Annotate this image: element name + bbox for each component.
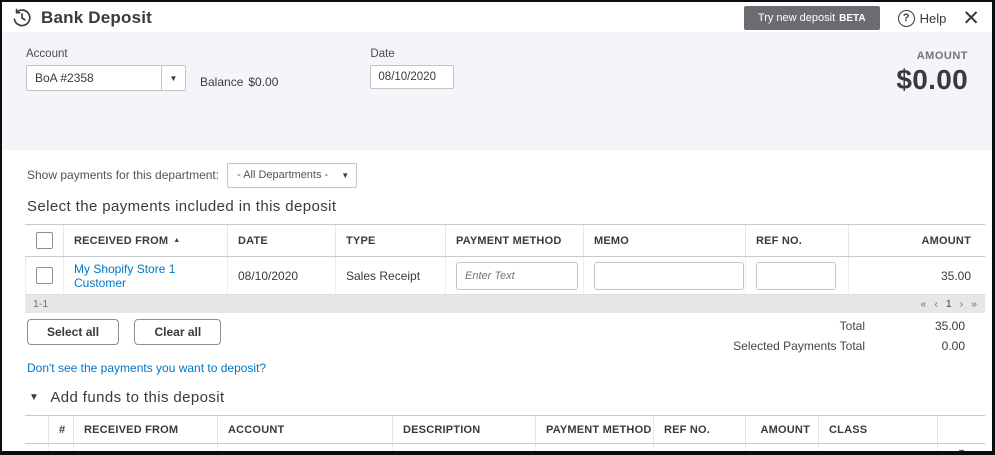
payments-section-heading: Select the payments included in this dep… bbox=[27, 198, 992, 215]
balance-label: Balance bbox=[200, 75, 243, 89]
row-number: 1 bbox=[48, 444, 73, 455]
department-filter-label: Show payments for this department: bbox=[27, 168, 219, 182]
col-date[interactable]: DATE bbox=[227, 225, 335, 256]
amount-display: AMOUNT $0.00 bbox=[896, 48, 968, 150]
drag-handle-icon[interactable] bbox=[32, 450, 41, 455]
recent-transactions-icon[interactable] bbox=[12, 8, 32, 28]
try-new-deposit-label: Try new deposit bbox=[758, 12, 835, 24]
date-input[interactable] bbox=[370, 65, 454, 89]
beta-badge: BETA bbox=[839, 13, 865, 24]
col-ref-no[interactable]: REF NO. bbox=[745, 225, 848, 256]
help-label: Help bbox=[920, 11, 947, 26]
pagination-next-icon[interactable]: › bbox=[960, 298, 964, 310]
account-select[interactable]: BoA #2358 ▼ bbox=[26, 65, 186, 91]
add-funds-row[interactable]: 1 bbox=[25, 444, 985, 455]
pagination-prev-icon[interactable]: ‹ bbox=[934, 298, 938, 310]
class-cell[interactable] bbox=[818, 444, 937, 455]
payment-method-combo[interactable]: ▼ bbox=[456, 262, 578, 290]
add-funds-heading: Add funds to this deposit bbox=[50, 389, 224, 406]
row-checkbox[interactable] bbox=[36, 267, 53, 284]
col-received-from: RECEIVED FROM bbox=[73, 416, 217, 443]
chevron-down-icon[interactable]: ▼ bbox=[161, 66, 185, 90]
payment-row: My Shopify Store 1 Customer 08/10/2020 S… bbox=[25, 257, 985, 295]
col-memo[interactable]: MEMO bbox=[583, 225, 745, 256]
payment-amount: 35.00 bbox=[848, 257, 985, 294]
total-label: Total bbox=[840, 319, 865, 333]
amount-cell[interactable] bbox=[745, 444, 818, 455]
col-class: CLASS bbox=[818, 416, 937, 443]
bank-deposit-window: Bank Deposit Try new deposit BETA ? Help… bbox=[0, 0, 995, 455]
help-icon: ? bbox=[898, 10, 915, 27]
col-received-from[interactable]: RECEIVED FROM ▲ bbox=[63, 225, 227, 256]
department-select[interactable]: - All Departments - ▼ bbox=[227, 163, 357, 188]
actions-totals-band: Select all Clear all Total 35.00 Selecte… bbox=[27, 319, 985, 359]
top-bar: Bank Deposit Try new deposit BETA ? Help… bbox=[2, 2, 992, 32]
payment-date: 08/10/2020 bbox=[227, 257, 335, 294]
clear-all-button[interactable]: Clear all bbox=[134, 319, 221, 345]
account-label: Account bbox=[26, 48, 186, 60]
received-from-link[interactable]: My Shopify Store 1 Customer bbox=[74, 262, 227, 290]
date-label: Date bbox=[370, 48, 454, 60]
balance-display: Balance $0.00 bbox=[200, 75, 278, 89]
close-icon[interactable]: ✕ bbox=[962, 8, 980, 29]
department-filter-row: Show payments for this department: - All… bbox=[27, 162, 992, 188]
sort-asc-icon: ▲ bbox=[173, 237, 180, 244]
try-new-deposit-button[interactable]: Try new deposit BETA bbox=[744, 6, 880, 30]
balance-value: $0.00 bbox=[248, 75, 278, 89]
add-funds-table: # RECEIVED FROM ACCOUNT DESCRIPTION PAYM… bbox=[25, 415, 985, 455]
department-select-value: - All Departments - bbox=[228, 164, 334, 187]
payments-table-header: RECEIVED FROM ▲ DATE TYPE PAYMENT METHOD… bbox=[25, 224, 985, 257]
total-value: 35.00 bbox=[865, 319, 985, 333]
add-funds-table-header: # RECEIVED FROM ACCOUNT DESCRIPTION PAYM… bbox=[25, 415, 985, 444]
col-description: DESCRIPTION bbox=[392, 416, 535, 443]
amount-value: $0.00 bbox=[896, 64, 968, 96]
col-number: # bbox=[48, 416, 73, 443]
page-title: Bank Deposit bbox=[41, 8, 152, 28]
totals-block: Total 35.00 Selected Payments Total 0.00 bbox=[733, 319, 985, 359]
pagination-page[interactable]: 1 bbox=[946, 298, 952, 310]
col-payment-method[interactable]: PAYMENT METHOD bbox=[445, 225, 583, 256]
col-payment-method: PAYMENT METHOD bbox=[535, 416, 653, 443]
trash-icon[interactable] bbox=[955, 449, 968, 455]
pagination-bar: 1-1 « ‹ 1 › » bbox=[25, 295, 985, 313]
received-from-cell[interactable] bbox=[73, 444, 217, 455]
payments-table: RECEIVED FROM ▲ DATE TYPE PAYMENT METHOD… bbox=[25, 224, 985, 295]
pagination-first-icon[interactable]: « bbox=[920, 298, 926, 310]
col-account: ACCOUNT bbox=[217, 416, 392, 443]
date-field-group: Date bbox=[370, 48, 454, 150]
missing-payments-link[interactable]: Don't see the payments you want to depos… bbox=[27, 361, 266, 375]
pagination-last-icon[interactable]: » bbox=[971, 298, 977, 310]
bulk-actions: Select all Clear all bbox=[27, 319, 232, 359]
memo-input[interactable] bbox=[594, 262, 744, 290]
payment-method-cell[interactable] bbox=[535, 444, 653, 455]
col-type[interactable]: TYPE bbox=[335, 225, 445, 256]
description-cell[interactable] bbox=[392, 444, 535, 455]
ref-no-input[interactable] bbox=[756, 262, 836, 290]
col-amount[interactable]: AMOUNT bbox=[848, 225, 985, 256]
account-field-group: Account BoA #2358 ▼ bbox=[26, 48, 186, 150]
select-all-button[interactable]: Select all bbox=[27, 319, 119, 345]
selected-payments-total-label: Selected Payments Total bbox=[733, 339, 865, 353]
ref-no-cell[interactable] bbox=[653, 444, 745, 455]
collapse-triangle-icon: ▼ bbox=[29, 392, 39, 403]
col-ref-no: REF NO. bbox=[653, 416, 745, 443]
account-select-value: BoA #2358 bbox=[27, 66, 161, 90]
col-amount: AMOUNT bbox=[745, 416, 818, 443]
account-cell[interactable] bbox=[217, 444, 392, 455]
select-all-checkbox[interactable] bbox=[36, 232, 53, 249]
selected-payments-total-value: 0.00 bbox=[865, 339, 985, 353]
chevron-down-icon[interactable]: ▼ bbox=[334, 164, 356, 187]
add-funds-section-toggle[interactable]: ▼ Add funds to this deposit bbox=[29, 389, 992, 406]
payment-type: Sales Receipt bbox=[335, 257, 445, 294]
pagination-range: 1-1 bbox=[33, 298, 920, 310]
help-button[interactable]: ? Help bbox=[898, 10, 947, 27]
amount-label: AMOUNT bbox=[896, 50, 968, 62]
deposit-form-panel: Account BoA #2358 ▼ Balance $0.00 Date A… bbox=[2, 32, 992, 150]
